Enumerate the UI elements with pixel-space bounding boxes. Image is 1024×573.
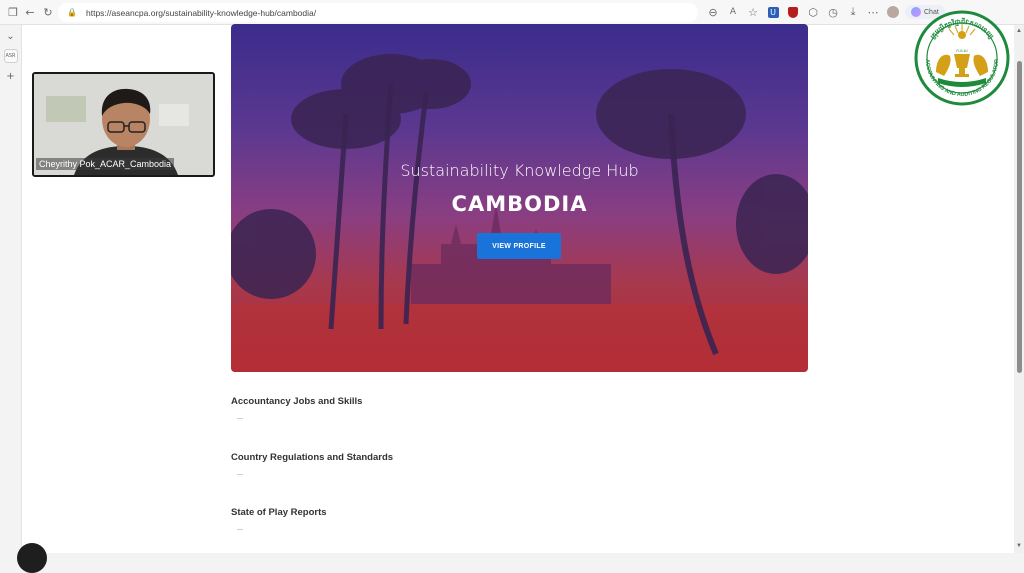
acar-logo: ក្រុមប្រឹក្សាវិជ្ជាជីវៈគណនេយ្យ ក.គ.ស ACC… [914,10,1010,106]
view-profile-button[interactable]: VIEW PROFILE [477,233,561,259]
back-icon[interactable]: ← [22,4,38,20]
refresh-icon[interactable]: ↻ [40,4,56,20]
hero-banner: Sustainability Knowledge Hub CAMBODIA VI… [231,24,808,372]
browser-toolbar: ❐ ← ↻ 🔒 https://aseancpa.org/sustainabil… [0,0,1024,25]
extensions-icon[interactable]: ⬡ [805,4,821,20]
favorite-icon[interactable]: ☆ [745,4,761,20]
add-icon[interactable]: + [4,69,18,83]
tab-thumbnail[interactable]: ASR [3,49,18,63]
section-title[interactable]: State of Play Reports [231,507,327,518]
tabs-icon[interactable]: ❐ [5,4,21,20]
lock-icon: 🔒 [67,8,77,17]
more-icon[interactable]: ⋯ [865,4,881,20]
url-text: https://aseancpa.org/sustainability-know… [86,7,317,18]
zoom-icon[interactable]: ⊖ [705,4,721,20]
participant-name: Cheyrithy Pok_ACAR_Cambodia [36,158,175,170]
collapse-icon[interactable]: ⌄ [4,29,18,43]
page-scrollbar[interactable]: ▲ ▼ [1014,25,1024,553]
hero-title: CAMBODIA [451,192,588,216]
vertical-tab-sidebar: ⌄ ASR + [0,25,22,553]
right-toolbar: ⊖ A ☆ U ⬡ ◷ ⤓ ⋯ Chat [705,4,945,20]
history-icon[interactable]: ◷ [825,4,841,20]
section-accountancy-jobs: Accountancy Jobs and Skills [231,396,362,419]
video-participant-tile[interactable]: Cheyrithy Pok_ACAR_Cambodia [32,72,215,177]
profile-avatar[interactable] [885,4,901,20]
section-title[interactable]: Country Regulations and Standards [231,452,393,463]
section-state-of-play: State of Play Reports [231,507,327,530]
section-divider [237,418,243,419]
logo-center-text: ក.គ.ស [956,48,968,53]
extension-u-icon[interactable]: U [765,4,781,20]
download-icon[interactable]: ⤓ [845,4,861,20]
scroll-down-icon[interactable]: ▼ [1016,543,1022,549]
scroll-thumb[interactable] [1017,61,1022,373]
accounting-regulator-seal: ក្រុមប្រឹក្សាវិជ្ជាជីវៈគណនេយ្យ ក.គ.ស ACC… [914,10,1010,106]
section-divider [237,474,243,475]
read-aloud-icon[interactable]: A [725,4,741,20]
section-divider [237,529,243,530]
hero-subtitle: Sustainability Knowledge Hub [400,161,639,180]
scroll-up-icon[interactable]: ▲ [1016,28,1022,34]
floating-control[interactable] [17,543,47,573]
section-title[interactable]: Accountancy Jobs and Skills [231,396,362,407]
extension-shield-icon[interactable] [785,4,801,20]
section-country-regulations: Country Regulations and Standards [231,452,393,475]
address-bar[interactable]: 🔒 https://aseancpa.org/sustainability-kn… [58,3,698,22]
